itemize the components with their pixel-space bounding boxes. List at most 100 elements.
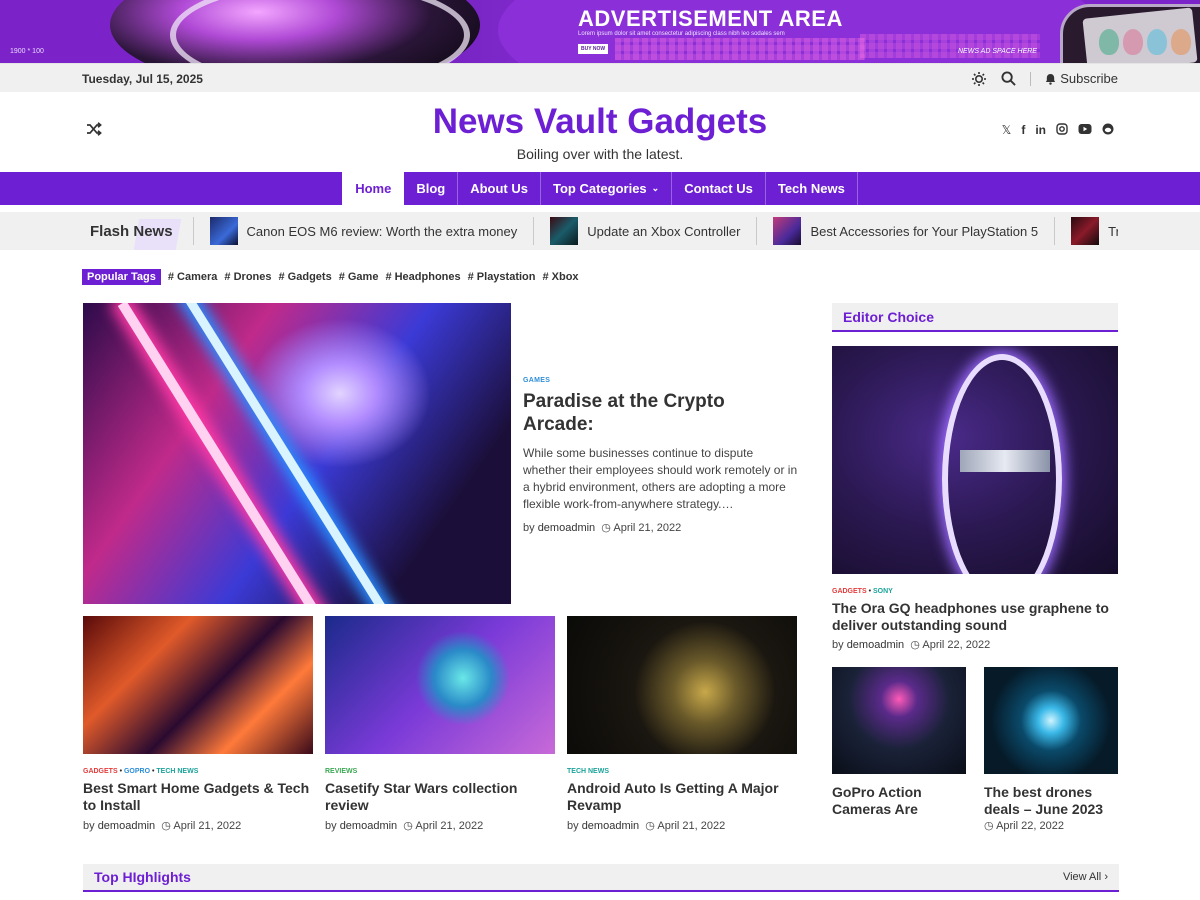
flash-label-word: News [133,222,173,240]
post-author[interactable]: demoadmin [538,522,595,534]
clock-icon: ◷ [984,820,994,832]
flash-news-thumbnail [209,217,238,245]
nav-item-about-us[interactable]: About Us [458,172,541,205]
post-title[interactable]: Android Auto Is Getting A Major Revamp [567,780,797,814]
by-label: by [832,639,844,651]
nav-item-home[interactable]: Home [342,172,405,205]
post-title[interactable]: Casetify Star Wars collection review [325,780,555,814]
flash-label-word: Flash [90,222,130,240]
tag-link[interactable]: # Playstation [468,271,536,283]
post-meta: by demoadmin ◷ April 22, 2022 [832,638,1118,651]
ad-banner[interactable]: 1900 * 100 ADVERTISEMENT AREA Lorem ipsu… [0,0,1200,63]
site-tagline: Boiling over with the latest. [516,146,684,162]
guitar-pick-icon [1147,29,1167,55]
guitar-pick-icon [1123,29,1143,55]
small-post: The best drones deals – June 2023 ◷ Apri… [984,667,1118,832]
flash-news-thumbnail [550,217,579,245]
post-image[interactable] [83,616,313,754]
x-twitter-icon[interactable]: 𝕏 [1002,123,1012,137]
hero-image[interactable] [83,303,511,604]
view-all-label: View All [1062,871,1102,883]
tag-link[interactable]: # Headphones [385,271,460,283]
tag-link[interactable]: # Xbox [542,271,578,283]
post-date[interactable]: April 22, 2022 [922,639,990,651]
ad-buy-button[interactable]: BUY NOW [578,44,609,54]
flash-news-item[interactable]: Update an Xbox Controller [533,217,756,245]
nav-item-contact-us[interactable]: Contact Us [672,172,766,205]
youtube-icon[interactable] [1078,123,1092,135]
flash-news-item[interactable]: Canon EOS M6 review: Worth the extra mon… [192,217,534,245]
post-title[interactable]: The best drones deals – June 2023 [984,784,1118,818]
main-navigation: Home Blog About Us Top Categories ⌄ Conta… [0,172,1200,205]
post-categories: TECH NEWS [567,768,797,775]
ad-title: ADVERTISEMENT AREA [578,6,843,31]
post-image[interactable] [984,667,1118,774]
instagram-icon[interactable] [1056,123,1068,135]
ad-size-label: 1900 * 100 [10,48,44,55]
tag-link[interactable]: # Game [339,271,379,283]
nav-item-tech-news[interactable]: Tech News [766,172,858,205]
post-author[interactable]: demoadmin [98,820,155,832]
facebook-icon[interactable]: f [1021,123,1025,137]
post-date[interactable]: April 22, 2022 [996,820,1064,832]
tag-link[interactable]: # Drones [224,271,271,283]
reddit-icon[interactable] [1102,123,1114,135]
divider [1030,71,1032,86]
post-date[interactable]: April 21, 2022 [415,820,483,832]
post-image[interactable] [832,667,966,774]
nav-item-top-categories[interactable]: Top Categories ⌄ [541,172,673,205]
post-date[interactable]: April 21, 2022 [657,820,725,832]
post-meta: by demoadmin ◷ April 21, 2022 [325,819,555,832]
search-icon[interactable] [1001,71,1016,86]
post-image[interactable] [567,616,797,754]
post-date[interactable]: April 21, 2022 [173,820,241,832]
site-title[interactable]: News Vault Gadgets [82,102,1118,142]
editor-choice-title[interactable]: The Ora GQ headphones use graphene to de… [832,600,1118,634]
post-category[interactable]: TECH NEWS [567,768,609,775]
tag-link[interactable]: # Gadgets [279,271,332,283]
flash-news-title: Best Accessories for Your PlayStation 5 [810,223,1039,239]
post-category[interactable]: GOPRO [124,768,150,775]
post-categories: GADGETS • GOPRO • TECH NEWS [83,768,199,775]
view-all-link[interactable]: View All › [1063,871,1108,883]
guitar-pick-icon [1099,29,1119,55]
subscribe-button[interactable]: Subscribe [1045,71,1118,86]
top-highlights-header: Top HIghlights View All › [83,864,1119,892]
post-date[interactable]: April 21, 2022 [613,522,681,534]
chevron-down-icon: ⌄ [651,183,660,193]
guitar-pick-icon [1171,29,1191,55]
post-category[interactable]: REVIEWS [325,768,357,775]
flash-news-thumbnail [1071,217,1100,245]
tag-link[interactable]: # Camera [168,271,218,283]
ad-pixel-pattern [615,38,865,60]
chevron-right-icon: › [1104,871,1108,883]
post-category[interactable]: GADGETS [832,588,867,595]
nav-item-blog[interactable]: Blog [404,172,459,205]
post-author[interactable]: demoadmin [340,820,397,832]
flash-news-item[interactable]: Best Accessories for Your PlayStation 5 [756,217,1054,245]
clock-icon: ◷ [645,820,655,832]
post-author[interactable]: demoadmin [847,639,904,651]
hero-post: GAMES Paradise at the Crypto Arcade: Whi… [83,303,798,604]
main-content: GAMES Paradise at the Crypto Arcade: Whi… [83,303,798,832]
post-title[interactable]: Best Smart Home Gadgets & Tech to Instal… [83,780,313,814]
social-links: 𝕏 f in [1002,123,1114,137]
hero-title[interactable]: Paradise at the Crypto Arcade: [523,390,798,436]
linkedin-icon[interactable]: in [1035,123,1046,137]
post-author[interactable]: demoadmin [582,820,639,832]
editor-choice-image[interactable] [832,346,1118,574]
post-title[interactable]: GoPro Action Cameras Are [832,784,966,818]
top-highlights-heading: Top HIghlights [94,869,191,885]
post-image[interactable] [325,616,555,754]
post-category[interactable]: SONY [873,588,893,595]
flash-news-title: Update an Xbox Controller [587,223,741,239]
visor [960,450,1050,472]
post-category[interactable]: TECH NEWS [156,768,198,775]
hero-excerpt: While some businesses continue to disput… [523,446,798,511]
post-category[interactable]: GADGETS [83,768,118,775]
flash-news-item[interactable]: Tro [1054,217,1118,245]
post-card: TECH NEWS Android Auto Is Getting A Majo… [567,616,797,832]
theme-toggle-icon[interactable] [971,71,987,87]
by-label: by [83,820,95,832]
post-category[interactable]: GAMES [523,377,798,384]
